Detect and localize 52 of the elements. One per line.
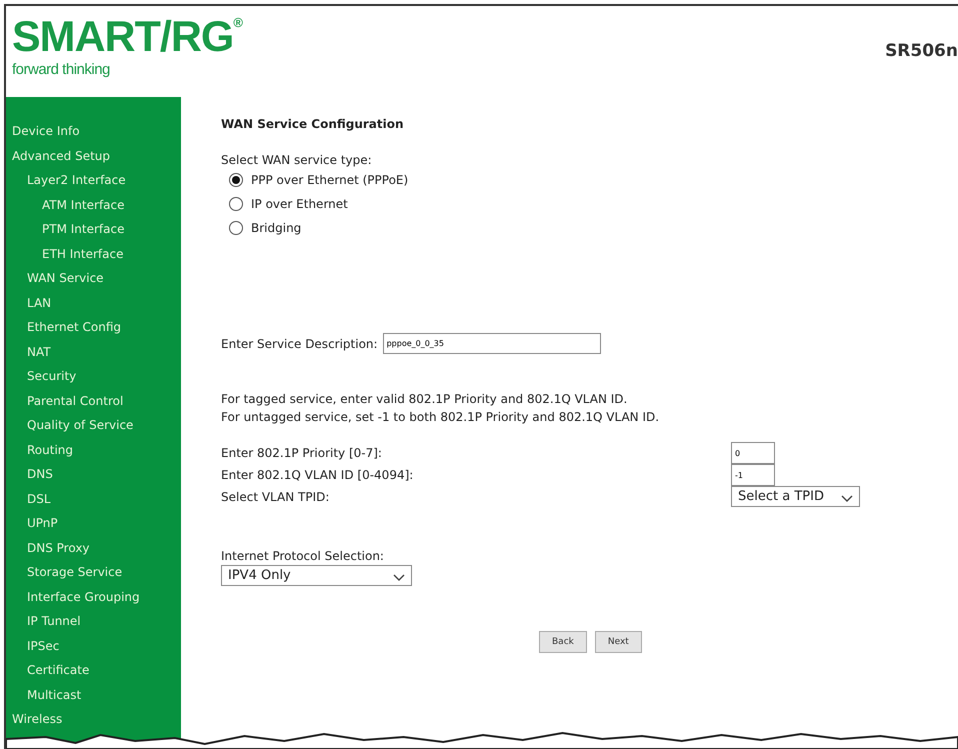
sidebar-link[interactable]: WAN Service	[6, 266, 181, 290]
model-name: SR506n	[885, 41, 958, 61]
chevron-icon	[393, 574, 405, 582]
field-label: Enter Service Description:	[221, 336, 378, 350]
field-label: Select VLAN TPID:	[221, 490, 330, 504]
radio-button[interactable]	[229, 221, 243, 235]
radio-label: PPP over Ethernet (PPPoE)	[251, 173, 408, 187]
field-label: Internet Protocol Selection:	[221, 549, 385, 563]
priority-field[interactable]: 0	[731, 442, 775, 464]
back-button[interactable]: Back	[539, 631, 587, 653]
sidebar-link[interactable]: Device Info	[6, 119, 181, 144]
sidebar-link[interactable]: IP Tunnel	[6, 609, 181, 634]
sidebar-link[interactable]: Wireless	[6, 707, 181, 732]
sidebar-link[interactable]: UPnP	[6, 511, 181, 536]
sidebar-link[interactable]: DSL	[6, 486, 181, 511]
radio-button[interactable]	[229, 173, 243, 187]
field-label: Select WAN service type:	[221, 153, 373, 167]
sidebar-link[interactable]: Ethernet Config	[6, 315, 181, 340]
sidebar-link[interactable]: ETH Interface	[6, 242, 181, 266]
sidebar-link[interactable]: Routing	[6, 438, 181, 462]
sidebar-link[interactable]: DNS Proxy	[6, 536, 181, 560]
sidebar-link[interactable]: Certificate	[6, 658, 181, 682]
radio-label: IP over Ethernet	[251, 197, 348, 211]
sidebar-link[interactable]: Storage Service	[6, 560, 181, 584]
radio-button[interactable]	[229, 197, 243, 211]
sidebar-link[interactable]: Security	[6, 364, 181, 388]
radio-label: Bridging	[251, 221, 302, 235]
sidebar-link[interactable]: PTM Interface	[6, 217, 181, 242]
sidebar-link[interactable]: Layer2 Interface	[6, 168, 181, 192]
sidebar-link[interactable]: Multicast	[6, 682, 181, 707]
vlan-id-field[interactable]: -1	[731, 464, 775, 486]
tagline: forward thinking	[12, 61, 111, 78]
sidebar-link[interactable]: LAN	[6, 290, 181, 315]
sidebar-link[interactable]: Quality of Service	[6, 413, 181, 438]
note-text: For untagged service, set -1 to both 802.1P Priority and 802.1Q VLAN ID.	[221, 409, 660, 426]
sidebar-link[interactable]: ATM Interface	[6, 192, 181, 217]
tpid-dropdown[interactable]: Select a TPID	[731, 486, 860, 507]
field-label: Enter 802.1Q VLAN ID [0-4094]:	[221, 468, 414, 482]
logo: SMART/RG$^{®}$	[12, 16, 242, 59]
sidebar-link[interactable]: Interface Grouping	[6, 584, 181, 609]
note-text: For tagged service, enter valid 802.1P Priority and 802.1Q VLAN ID.	[221, 391, 628, 408]
description-field[interactable]: pppoe_0_0_35	[382, 333, 601, 354]
sidebar-link[interactable]: Advanced Setup	[6, 144, 181, 168]
next-button[interactable]: Next	[594, 631, 642, 653]
chevron-icon	[841, 494, 853, 502]
field-label: Enter 802.1P Priority [0-7]:	[221, 446, 383, 460]
section-title: WAN Service Configuration	[221, 117, 405, 131]
protocol-dropdown[interactable]: IPV4 Only	[221, 565, 412, 586]
sidebar-link[interactable]: Parental Control	[6, 388, 181, 413]
sidebar-link[interactable]: IPSec	[6, 634, 181, 658]
sidebar-link[interactable]: NAT	[6, 340, 181, 364]
sidebar-link[interactable]: DNS	[6, 462, 181, 486]
